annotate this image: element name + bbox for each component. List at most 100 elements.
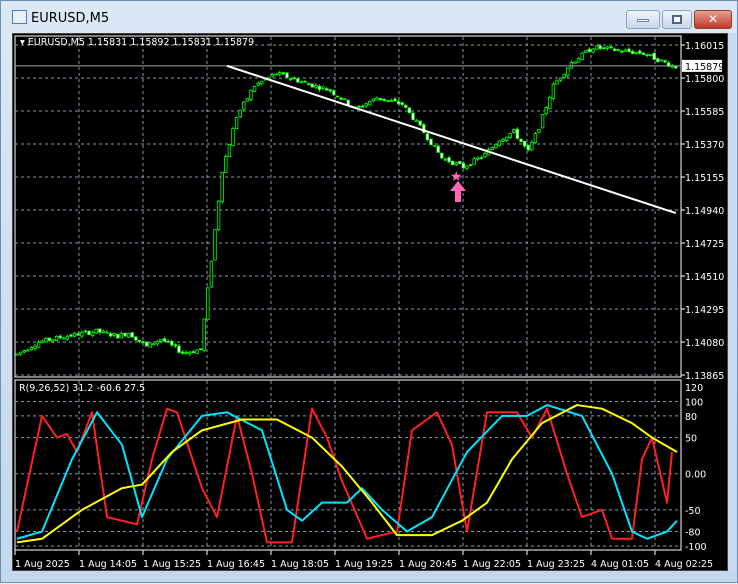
candle-body	[170, 340, 174, 346]
candle-body	[137, 339, 142, 342]
candle-body	[609, 46, 613, 48]
candle	[494, 143, 498, 149]
candle	[274, 73, 278, 76]
candle-body	[220, 171, 224, 203]
candle	[188, 351, 192, 357]
candle	[544, 105, 548, 116]
candle	[303, 80, 307, 83]
candle	[659, 59, 664, 62]
candle	[594, 45, 599, 50]
symbol-info: ▾ EURUSD,M5 1.15831 1.15892 1.15831 1.15…	[20, 37, 255, 48]
candle-body	[188, 351, 192, 355]
candle-body	[389, 100, 394, 102]
candle	[144, 341, 149, 347]
candle-body	[191, 351, 196, 354]
candle-body	[378, 98, 383, 101]
candle-body	[126, 333, 131, 338]
candle	[270, 73, 275, 78]
indicator-tick-label: 50	[685, 434, 697, 445]
candle-body	[638, 50, 642, 54]
candle-body	[278, 72, 282, 75]
candle-body	[141, 341, 145, 344]
candle-body	[623, 49, 628, 52]
candle	[648, 54, 653, 57]
candle	[447, 155, 451, 164]
candle-body	[591, 48, 595, 53]
time-tick-label: 1 Aug 22:05	[463, 559, 521, 570]
candle-body	[94, 328, 98, 334]
candle	[170, 339, 174, 348]
candle	[98, 328, 102, 335]
candle-body	[242, 101, 246, 110]
candle-body	[231, 128, 235, 147]
candle	[378, 98, 383, 101]
candle-body	[465, 165, 469, 169]
candle-body	[476, 157, 480, 160]
candle	[116, 334, 120, 339]
candle	[602, 47, 606, 50]
candle-body	[522, 140, 527, 147]
indicator-line-fast	[16, 407, 673, 544]
candle-body	[33, 345, 37, 350]
candle	[458, 160, 462, 165]
candle	[18, 351, 23, 357]
candle	[375, 96, 379, 101]
candle	[227, 143, 232, 158]
candle-body	[180, 351, 185, 354]
candle	[195, 349, 199, 354]
price-tick-label: 1.15585	[685, 107, 724, 118]
indicator-tick-label: 80	[685, 412, 697, 423]
candle	[314, 83, 318, 90]
candle	[58, 334, 62, 340]
candle	[256, 81, 260, 87]
candle	[94, 328, 98, 334]
candle-body	[324, 88, 329, 91]
candle	[155, 340, 160, 346]
candle	[360, 104, 365, 108]
candle	[242, 101, 246, 112]
candle-body	[270, 73, 275, 77]
candle	[641, 52, 646, 55]
time-tick-label: 1 Aug 2025	[15, 559, 70, 570]
price-tick-label: 1.14510	[685, 272, 724, 283]
candle	[663, 59, 667, 64]
candle	[512, 128, 516, 134]
candle	[101, 329, 106, 334]
candle	[555, 79, 559, 85]
candle-body	[108, 333, 113, 337]
candle	[616, 48, 620, 51]
candle	[166, 339, 170, 343]
candle	[209, 260, 214, 288]
candle-body	[540, 114, 545, 129]
candle-body	[360, 105, 365, 108]
candle	[666, 61, 671, 68]
candle-body	[260, 80, 264, 85]
candle-body	[15, 353, 19, 356]
candle-body	[483, 153, 487, 158]
candle-body	[400, 102, 404, 105]
candle-body	[641, 52, 646, 55]
indicator-line-slow	[16, 404, 678, 544]
candle-body	[47, 337, 52, 341]
candle-body	[206, 287, 210, 321]
candle	[530, 140, 534, 152]
candle	[260, 80, 264, 86]
candle	[119, 331, 124, 339]
candle	[33, 343, 37, 351]
candle-body	[227, 144, 232, 158]
candle	[490, 146, 494, 151]
candle-body	[314, 85, 318, 88]
candle	[148, 342, 152, 348]
candle-body	[411, 112, 415, 121]
candle-body	[472, 158, 476, 165]
candle	[418, 120, 422, 127]
candle-body	[461, 162, 466, 169]
candle-body	[382, 98, 386, 101]
candle	[396, 99, 401, 106]
candle	[468, 164, 473, 167]
candle-body	[508, 133, 512, 139]
candle	[450, 160, 455, 166]
candle	[627, 47, 631, 53]
candle	[152, 343, 156, 346]
candle	[573, 61, 577, 64]
